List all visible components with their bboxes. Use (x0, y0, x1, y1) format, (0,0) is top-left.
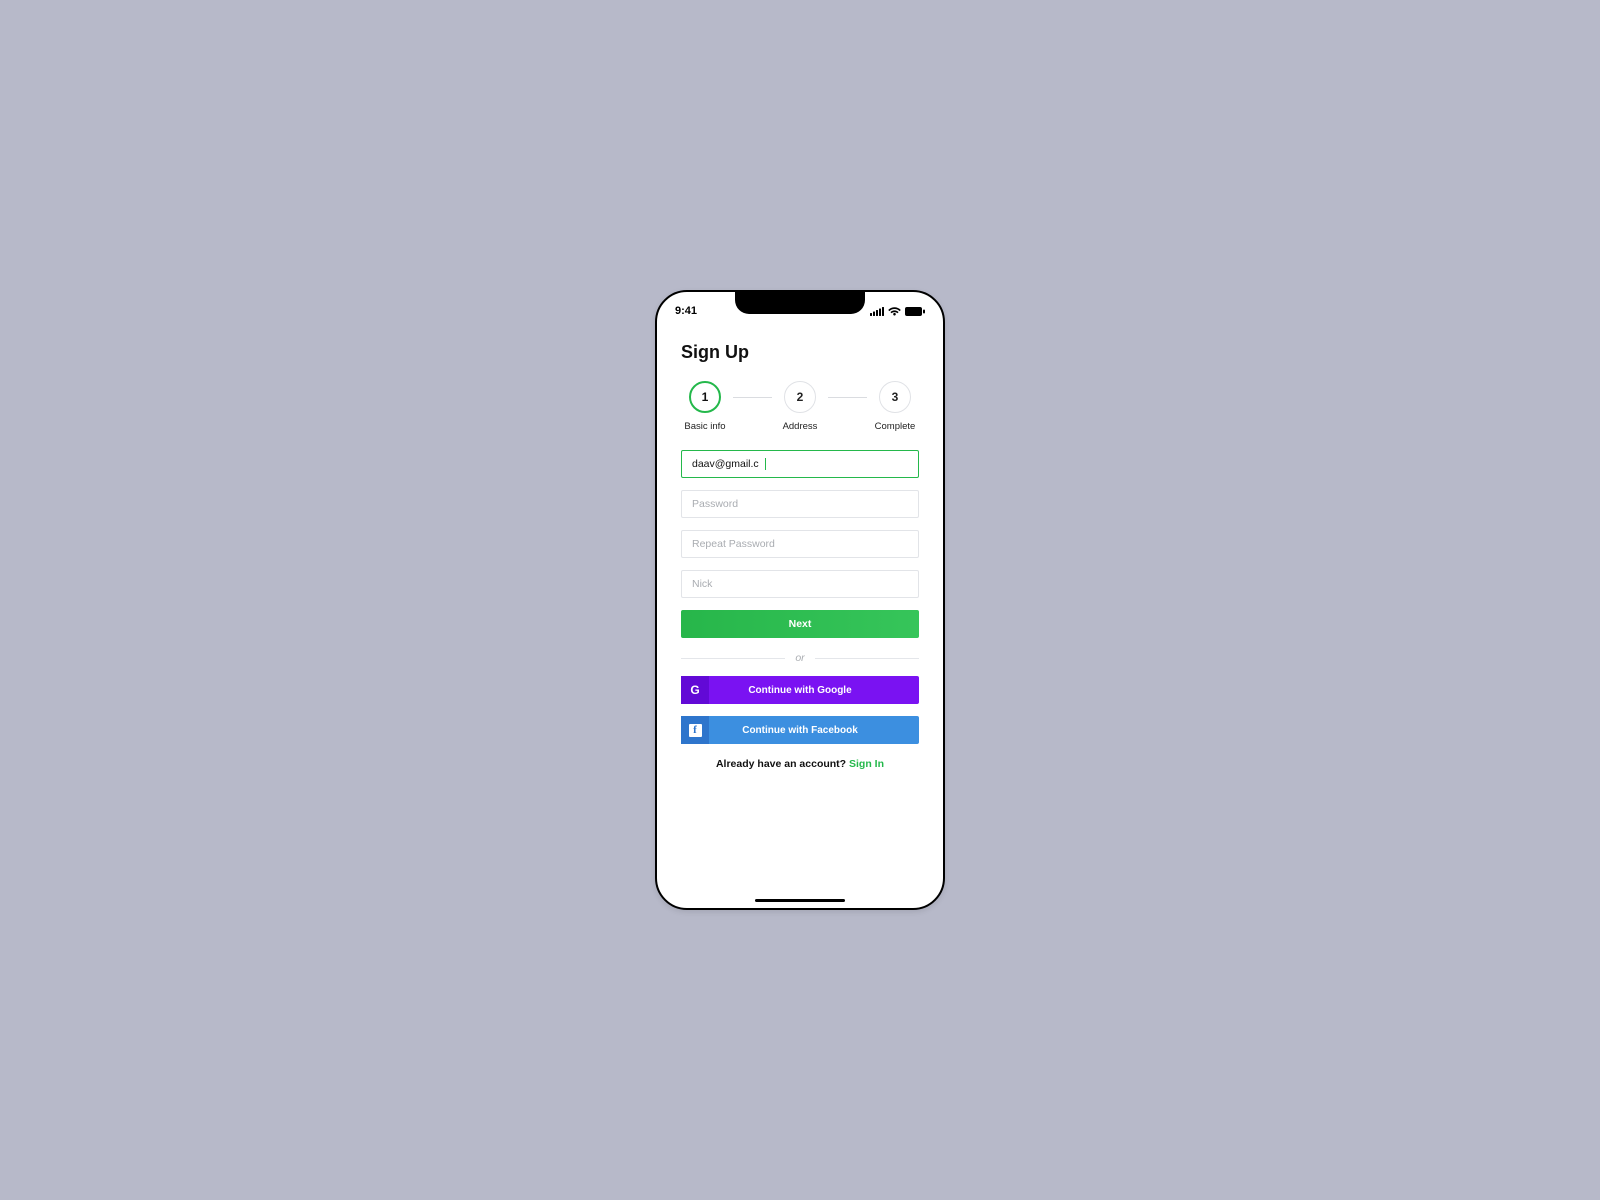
cellular-icon (870, 307, 884, 316)
next-button-label: Next (789, 618, 812, 630)
text-cursor (765, 458, 766, 470)
step-1-circle: 1 (689, 381, 721, 413)
repeat-password-placeholder: Repeat Password (692, 538, 775, 550)
divider-line (681, 658, 785, 659)
divider-line (815, 658, 919, 659)
wifi-icon (888, 307, 901, 316)
step-2-circle: 2 (784, 381, 816, 413)
signin-link[interactable]: Sign In (849, 758, 884, 770)
facebook-icon: f (681, 716, 709, 744)
email-value: daav@gmail.c (692, 458, 759, 470)
step-connector (828, 397, 867, 398)
footer-prompt: Already have an account? (716, 758, 849, 770)
nick-field[interactable]: Nick (681, 570, 919, 598)
divider-text: or (795, 652, 804, 664)
phone-notch (735, 290, 865, 314)
page-title: Sign Up (681, 342, 919, 363)
email-field[interactable]: daav@gmail.c (681, 450, 919, 478)
password-placeholder: Password (692, 498, 738, 510)
progress-stepper: 1 Basic info 2 Address 3 Complete (681, 381, 919, 432)
step-3: 3 Complete (871, 381, 919, 432)
facebook-label: Continue with Facebook (709, 725, 919, 736)
google-icon: G (681, 676, 709, 704)
step-connector (733, 397, 772, 398)
nick-placeholder: Nick (692, 578, 712, 590)
next-button[interactable]: Next (681, 610, 919, 638)
google-label: Continue with Google (709, 685, 919, 696)
divider-row: or (681, 652, 919, 664)
screen-content: Sign Up 1 Basic info 2 Address 3 Complet… (657, 322, 943, 770)
footer-text: Already have an account? Sign In (681, 758, 919, 770)
step-3-circle: 3 (879, 381, 911, 413)
status-icons (870, 307, 925, 316)
google-button[interactable]: G Continue with Google (681, 676, 919, 704)
step-2-label: Address (783, 421, 818, 432)
step-3-label: Complete (875, 421, 916, 432)
step-1: 1 Basic info (681, 381, 729, 432)
signup-form: daav@gmail.c Password Repeat Password Ni… (681, 450, 919, 770)
password-field[interactable]: Password (681, 490, 919, 518)
battery-icon (905, 307, 925, 316)
status-time: 9:41 (675, 305, 697, 317)
home-indicator (755, 899, 845, 903)
repeat-password-field[interactable]: Repeat Password (681, 530, 919, 558)
step-1-label: Basic info (684, 421, 725, 432)
facebook-button[interactable]: f Continue with Facebook (681, 716, 919, 744)
step-2: 2 Address (776, 381, 824, 432)
phone-frame: 9:41 Sign Up 1 Basic info 2 Address 3 Co… (655, 290, 945, 910)
